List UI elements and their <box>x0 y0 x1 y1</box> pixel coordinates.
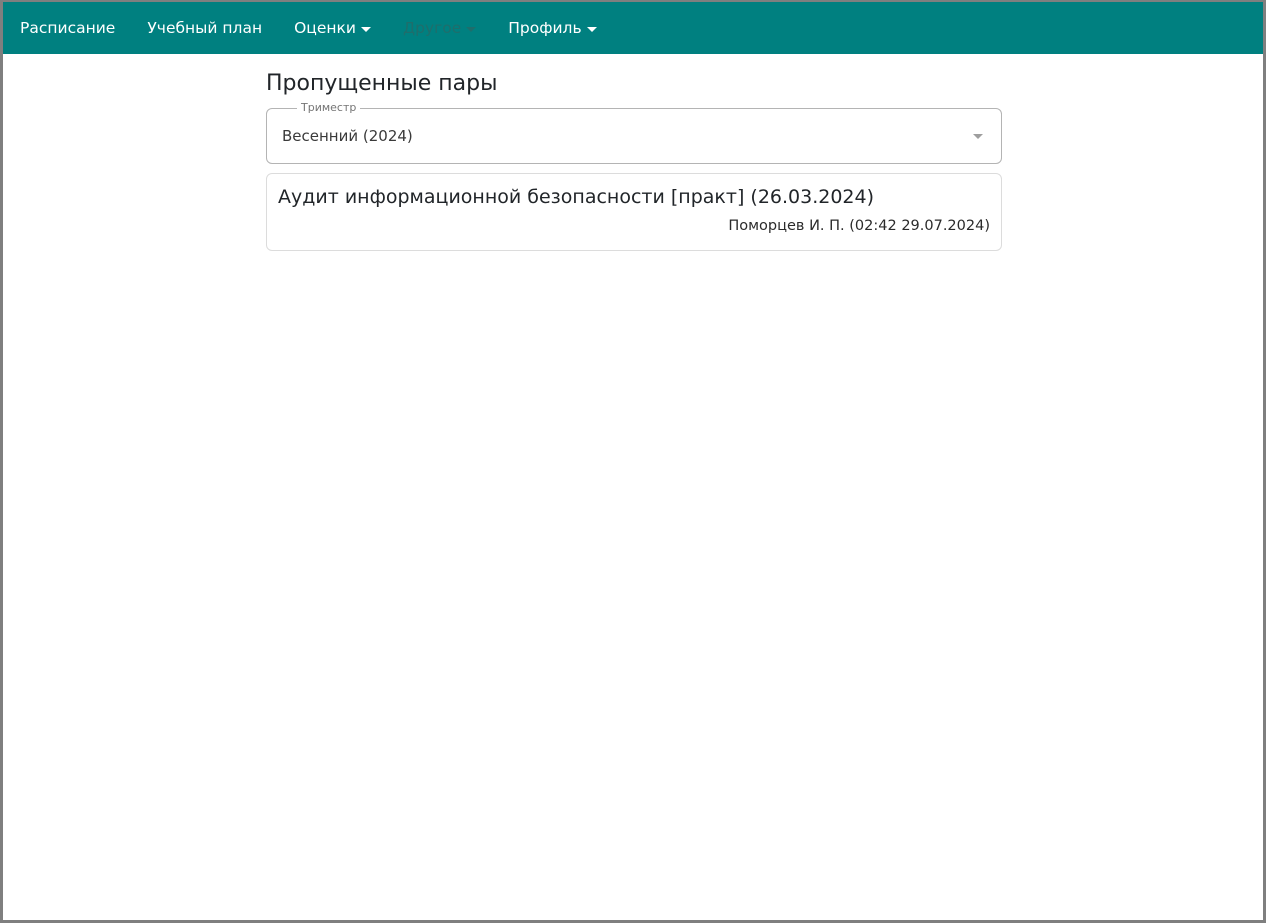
caret-down-icon <box>360 26 371 32</box>
term-select-value: Весенний (2024) <box>282 127 413 145</box>
nav-item-label: Другое <box>402 19 462 37</box>
caret-down-icon <box>466 26 477 32</box>
nav-item-label: Расписание <box>20 19 116 37</box>
top-navbar: Расписание Учебный план Оценки Другое Пр… <box>3 2 1263 54</box>
term-select-label: Триместр <box>297 102 361 114</box>
nav-item-grades[interactable]: Оценки <box>294 19 371 37</box>
absence-card: Аудит информационной безопасности [практ… <box>266 173 1002 251</box>
absence-title: Аудит информационной безопасности [практ… <box>278 186 875 208</box>
nav-item-label: Оценки <box>294 19 356 37</box>
page-title: Пропущенные пары <box>266 71 498 96</box>
dropdown-arrow-icon <box>973 134 983 139</box>
nav-item-curriculum[interactable]: Учебный план <box>147 19 262 37</box>
nav-item-label: Профиль <box>508 19 582 37</box>
term-select[interactable]: Триместр Весенний (2024) <box>266 102 1002 164</box>
absence-meta: Поморцев И. П. (02:42 29.07.2024) <box>728 218 990 234</box>
nav-item-profile[interactable]: Профиль <box>508 19 597 37</box>
caret-down-icon <box>586 26 597 32</box>
app-window: Расписание Учебный план Оценки Другое Пр… <box>0 0 1266 923</box>
main-content: Пропущенные пары Триместр Весенний (2024… <box>266 68 1002 251</box>
nav-item-other: Другое <box>402 19 477 37</box>
nav-item-label: Учебный план <box>147 19 263 37</box>
nav-item-schedule[interactable]: Расписание <box>20 19 115 37</box>
